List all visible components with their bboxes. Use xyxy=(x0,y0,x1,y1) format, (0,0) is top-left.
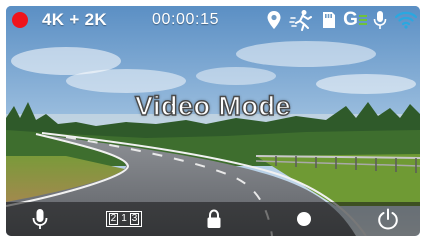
dashcam-screen: 4K + 2K 00:00:15 G Video Mode 2 1 3 xyxy=(6,6,420,236)
microphone-toggle-button[interactable] xyxy=(20,202,60,236)
resolution-label: 4K + 2K xyxy=(42,10,107,29)
lock-file-button[interactable] xyxy=(194,202,234,236)
split-view-digit-2: 1 xyxy=(121,213,127,224)
recording-timer: 00:00:15 xyxy=(152,11,220,28)
mode-title: Video Mode xyxy=(134,90,292,121)
microphone-icon xyxy=(372,6,388,34)
motion-detection-icon xyxy=(288,6,316,34)
recording-indicator-icon xyxy=(12,12,28,28)
split-view-digit-1: 2 xyxy=(108,213,119,225)
g-sensor-icon: G xyxy=(342,6,368,34)
power-button[interactable] xyxy=(368,202,408,236)
bottom-control-bar: 2 1 3 xyxy=(6,202,420,236)
status-bar: 4K + 2K 00:00:15 G xyxy=(6,6,420,34)
sd-card-icon xyxy=(320,6,338,34)
record-button[interactable] xyxy=(284,202,324,236)
split-view-digit-3: 3 xyxy=(129,213,140,225)
lock-icon xyxy=(207,209,221,228)
microphone-icon xyxy=(32,209,48,229)
g-sensor-label: G xyxy=(343,9,358,30)
record-dot-icon xyxy=(297,212,311,226)
power-icon xyxy=(378,208,398,230)
split-view-icon: 2 1 3 xyxy=(105,211,143,227)
split-view-button[interactable]: 2 1 3 xyxy=(104,202,144,236)
location-pin-icon xyxy=(264,6,284,34)
wifi-icon xyxy=(394,6,418,34)
